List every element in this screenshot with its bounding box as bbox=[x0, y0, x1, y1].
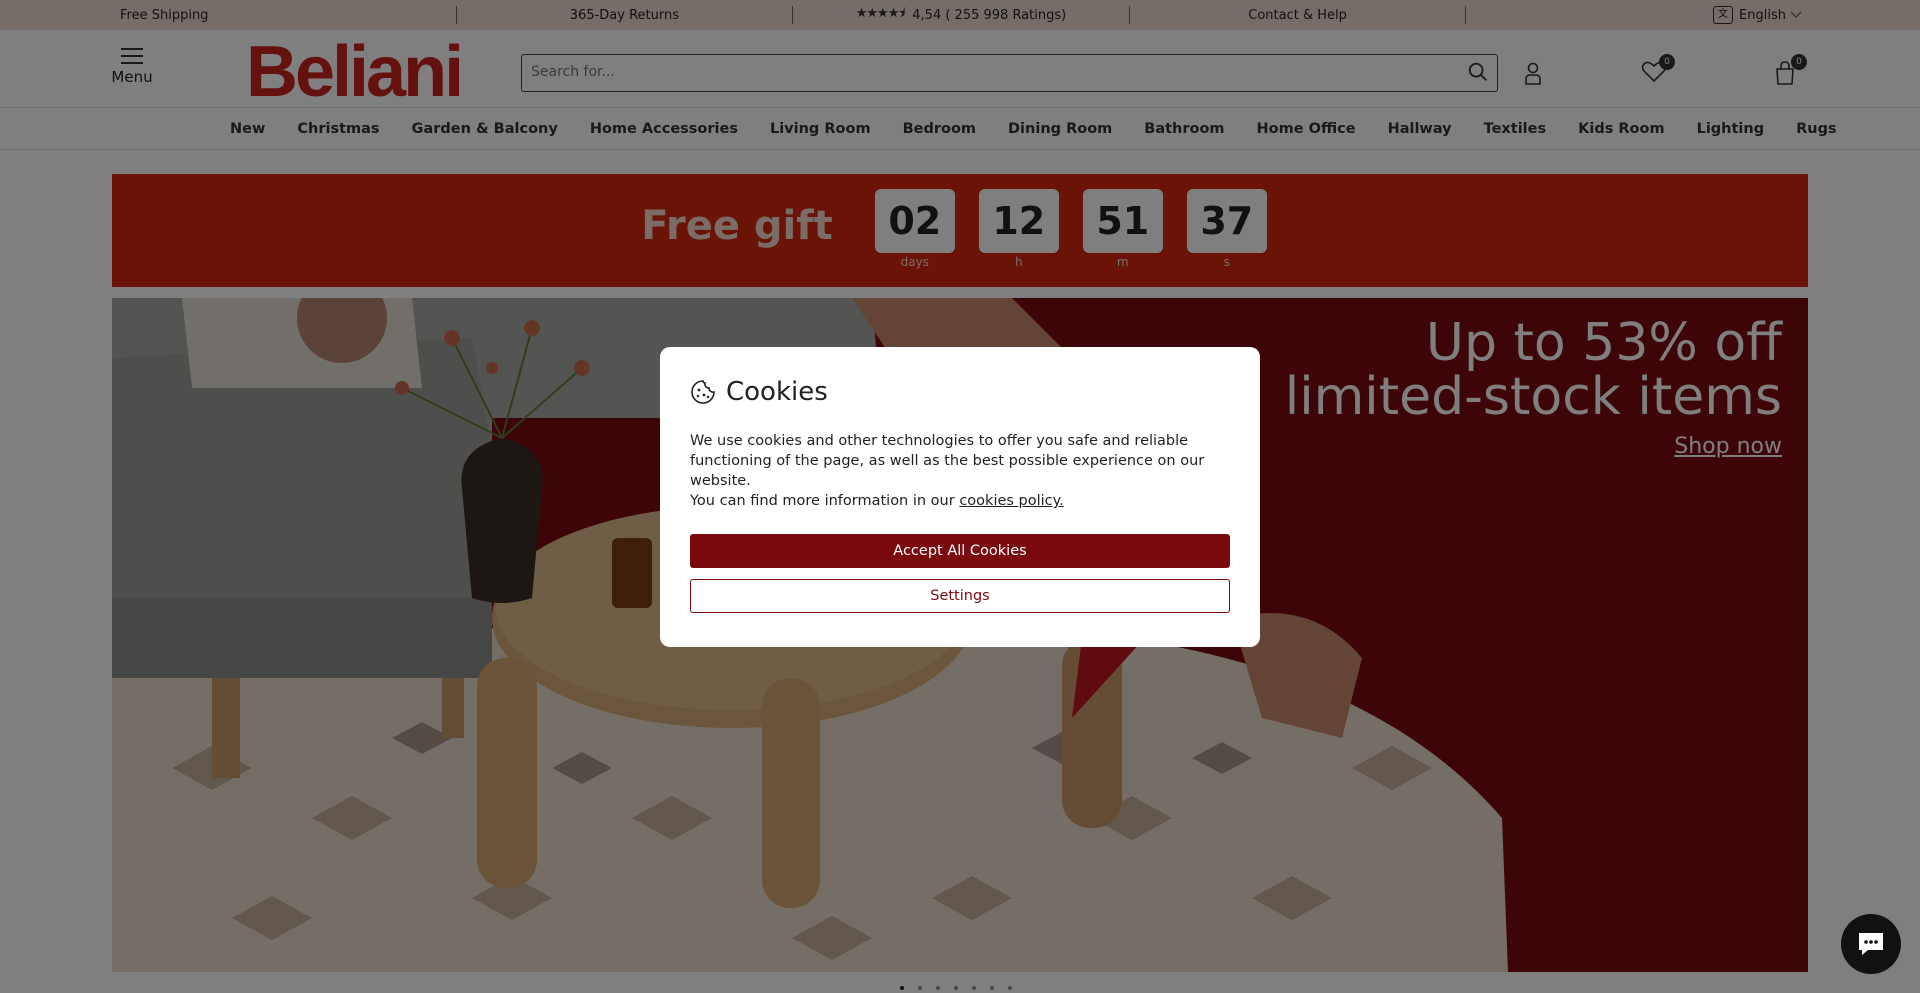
cookie-more-info: You can find more information in our coo… bbox=[690, 491, 1230, 511]
cookie-dialog-title: Cookies bbox=[690, 377, 1230, 407]
cookie-title-text: Cookies bbox=[726, 377, 828, 407]
cookies-policy-link[interactable]: cookies policy. bbox=[959, 493, 1063, 509]
chat-icon bbox=[1859, 933, 1883, 955]
cookie-consent-dialog: Cookies We use cookies and other technol… bbox=[660, 347, 1260, 647]
cookie-description-text: We use cookies and other technologies to… bbox=[690, 433, 1205, 489]
cookie-icon bbox=[691, 380, 715, 404]
accept-all-cookies-button[interactable]: Accept All Cookies bbox=[690, 534, 1230, 568]
cookie-settings-button[interactable]: Settings bbox=[690, 579, 1230, 613]
cookie-description: We use cookies and other technologies to… bbox=[690, 431, 1230, 511]
cookie-more-info-text: You can find more information in our bbox=[690, 493, 955, 509]
chat-button[interactable] bbox=[1841, 914, 1901, 974]
